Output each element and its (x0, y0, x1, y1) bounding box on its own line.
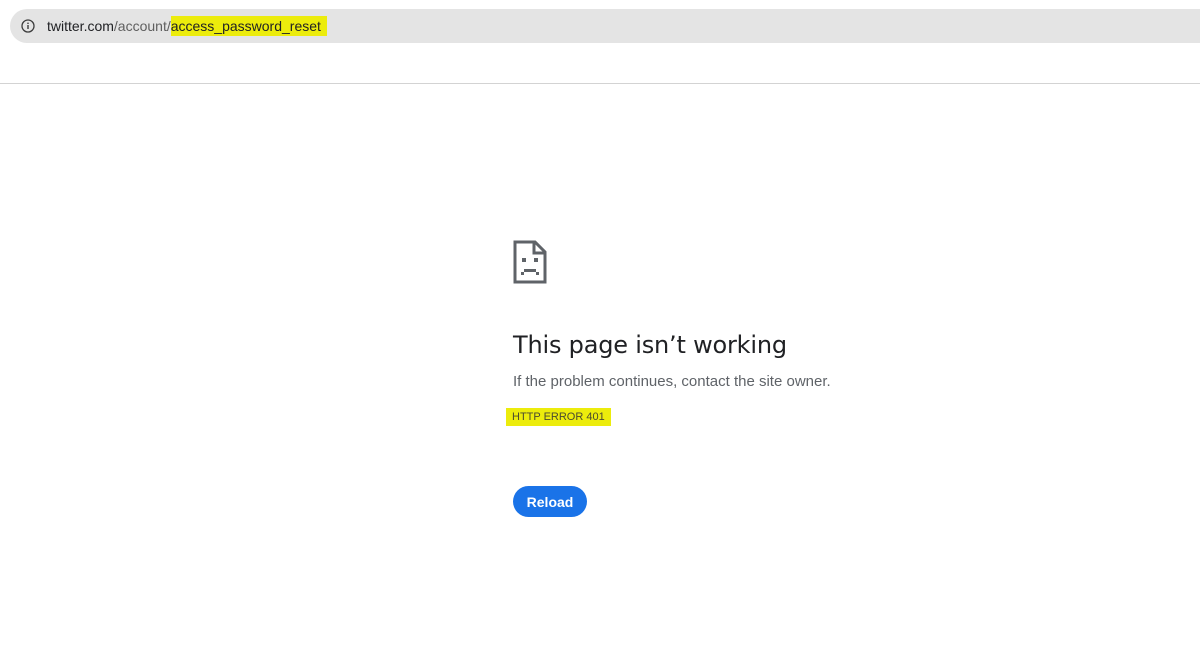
error-code: HTTP ERROR 401 (506, 408, 611, 426)
error-title: This page isn’t working (513, 331, 787, 359)
error-content: This page isn’t working If the problem c… (506, 240, 1113, 517)
url-highlighted-segment: access_password_reset (170, 16, 327, 36)
sad-page-icon (513, 240, 547, 284)
browser-toolbar: twitter.com/account/access_password_rese… (0, 0, 1200, 84)
address-bar[interactable]: twitter.com/account/access_password_rese… (10, 9, 1200, 43)
reload-button[interactable]: Reload (513, 486, 587, 517)
url-path: /account/ (113, 18, 171, 34)
error-message: If the problem continues, contact the si… (513, 373, 831, 390)
error-code-container: HTTP ERROR 401 (506, 408, 1113, 426)
site-info-icon[interactable] (20, 18, 36, 34)
url-host: twitter.com (47, 18, 114, 34)
address-text[interactable]: twitter.com/account/access_password_rese… (47, 16, 327, 36)
